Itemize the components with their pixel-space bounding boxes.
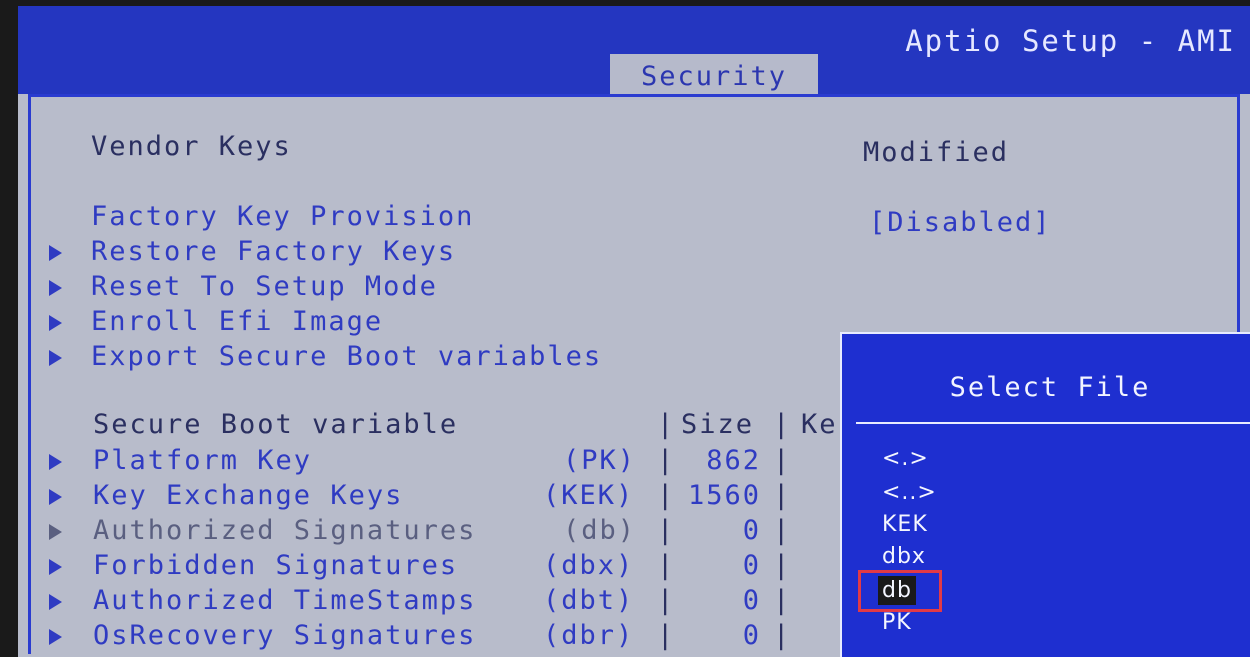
table-row-code: (KEK)	[543, 480, 635, 511]
bios-screen: Aptio Setup - AMI Security Vendor Keys M…	[18, 6, 1250, 657]
column-separator: |	[773, 515, 790, 546]
file-item-dbx[interactable]: dbx	[882, 544, 926, 569]
column-separator: |	[657, 409, 674, 440]
enroll-efi-image-item[interactable]: Enroll Efi Image	[91, 306, 383, 337]
submenu-arrow-icon	[49, 489, 62, 505]
selection-highlight	[858, 570, 942, 612]
table-row-size: 862	[706, 445, 761, 476]
dialog-title: Select File	[949, 372, 1151, 403]
submenu-arrow-icon	[49, 315, 62, 331]
file-item-kek[interactable]: KEK	[882, 512, 928, 537]
submenu-arrow-icon	[49, 594, 62, 610]
file-item-pk[interactable]: PK	[882, 610, 912, 635]
column-separator: |	[773, 445, 790, 476]
table-row-name[interactable]: Key Exchange Keys	[93, 480, 403, 511]
table-row-name[interactable]: Platform Key	[93, 445, 312, 476]
factory-key-provision-label[interactable]: Factory Key Provision	[91, 201, 474, 232]
column-separator: |	[773, 585, 790, 616]
table-row-size: 0	[742, 620, 761, 651]
submenu-arrow-icon	[49, 350, 62, 366]
reset-to-setup-mode-item[interactable]: Reset To Setup Mode	[91, 271, 438, 302]
column-separator: |	[773, 620, 790, 651]
column-separator: |	[773, 550, 790, 581]
table-row-name[interactable]: Authorized Signatures	[93, 515, 476, 546]
export-secure-boot-variables-item[interactable]: Export Secure Boot variables	[91, 341, 602, 372]
table-row-code: (PK)	[563, 445, 637, 476]
vendor-keys-label: Vendor Keys	[91, 131, 292, 162]
select-file-dialog: Select File <.> <..> KEK dbx db PK	[840, 332, 1250, 657]
table-row-name[interactable]: Forbidden Signatures	[93, 550, 458, 581]
submenu-arrow-icon	[49, 559, 62, 575]
table-row-size: 0	[742, 550, 761, 581]
vendor-keys-value: Modified	[863, 137, 1010, 168]
table-row-size: 0	[742, 585, 761, 616]
table-row-code: (db)	[563, 515, 637, 546]
table-row-code: (dbr)	[543, 620, 635, 651]
submenu-arrow-icon	[49, 629, 62, 645]
restore-factory-keys-item[interactable]: Restore Factory Keys	[91, 236, 456, 267]
size-header: Size	[681, 409, 755, 440]
file-item-parent-dir[interactable]: <..>	[882, 480, 937, 505]
table-row-name[interactable]: Authorized TimeStamps	[93, 585, 476, 616]
table-row-code: (dbx)	[543, 550, 635, 581]
submenu-arrow-icon	[49, 280, 62, 296]
secure-boot-variable-header: Secure Boot variable	[93, 409, 459, 440]
table-row-name[interactable]: OsRecovery Signatures	[93, 620, 476, 651]
keys-header: Ke	[801, 409, 838, 440]
table-row-size: 0	[742, 515, 761, 546]
app-title: Aptio Setup - AMI	[905, 24, 1236, 58]
divider	[856, 422, 1250, 424]
submenu-arrow-icon	[49, 454, 62, 470]
submenu-arrow-icon	[49, 524, 62, 540]
factory-key-provision-value[interactable]: [Disabled]	[869, 207, 1052, 238]
file-item-current-dir[interactable]: <.>	[882, 446, 929, 471]
table-row-code: (dbt)	[543, 585, 635, 616]
submenu-arrow-icon	[49, 245, 62, 261]
table-row-size: 1560	[687, 480, 761, 511]
column-separator: |	[773, 480, 790, 511]
column-separator: |	[773, 409, 790, 440]
